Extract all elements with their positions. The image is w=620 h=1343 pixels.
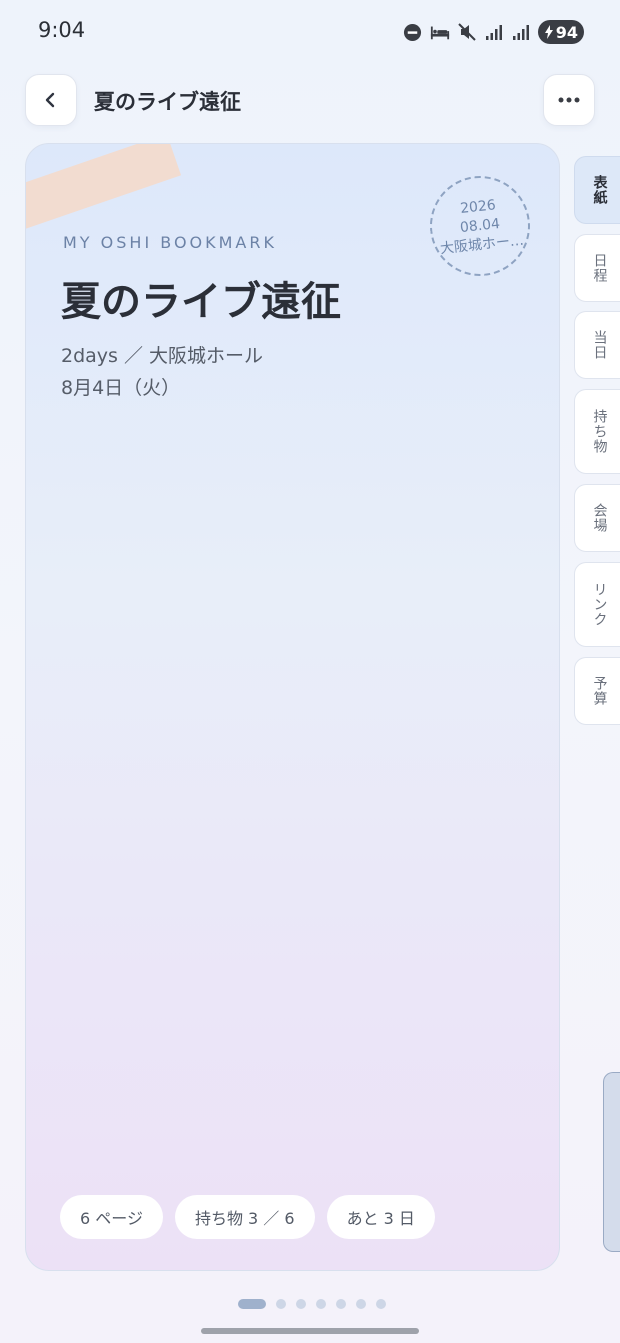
bed-icon — [430, 22, 450, 42]
back-button[interactable] — [25, 74, 77, 126]
mute-icon — [457, 22, 477, 42]
tab-day-of[interactable]: 当日 — [574, 311, 620, 379]
page-dot[interactable] — [276, 1299, 286, 1309]
page-count-chip: 6 ページ — [60, 1195, 163, 1239]
tab-label: 持ち物 — [591, 409, 608, 454]
page-dot[interactable] — [336, 1299, 346, 1309]
tab-cover[interactable]: 表紙 — [574, 156, 620, 224]
do-not-disturb-icon — [403, 22, 423, 42]
top-app-bar: 夏のライブ遠征 — [0, 74, 620, 128]
countdown-chip: あと 3 日 — [326, 1195, 435, 1239]
battery-level: 94 — [555, 22, 578, 42]
edge-scroll-handle[interactable] — [603, 1072, 620, 1252]
tab-budget[interactable]: 予算 — [574, 657, 620, 725]
cover-chips: 6 ページ 持ち物 3 ／ 6 あと 3 日 — [60, 1195, 435, 1239]
cover-subtitle: 2days ／ 大阪城ホール — [61, 345, 264, 367]
battery-charging-icon — [544, 25, 553, 39]
tab-links[interactable]: リンク — [574, 562, 620, 647]
status-icons: 94 — [403, 18, 584, 46]
chevron-left-icon — [45, 92, 55, 108]
tab-label: 予算 — [591, 676, 608, 706]
cover-card[interactable]: 2026 08.04 大阪城ホー… MY OSHI BOOKMARK 夏のライブ… — [25, 143, 560, 1271]
tab-label: 会場 — [591, 503, 608, 533]
battery-indicator: 94 — [537, 20, 584, 44]
more-horizontal-icon — [558, 97, 580, 103]
tab-label: 日程 — [591, 253, 608, 283]
page-dot[interactable] — [296, 1299, 306, 1309]
page-dot-active[interactable] — [238, 1299, 266, 1309]
status-bar: 9:04 94 — [0, 0, 620, 62]
home-indicator[interactable] — [201, 1328, 419, 1334]
page-dot[interactable] — [376, 1299, 386, 1309]
date-stamp: 2026 08.04 大阪城ホー… — [425, 171, 535, 281]
packing-progress-chip: 持ち物 3 ／ 6 — [174, 1195, 315, 1239]
cover-title: 夏のライブ遠征 — [61, 279, 341, 325]
status-time: 9:04 — [38, 18, 86, 42]
more-button[interactable] — [543, 74, 595, 126]
page-title: 夏のライブ遠征 — [94, 90, 241, 114]
tab-belongings[interactable]: 持ち物 — [574, 389, 620, 474]
stamp-venue: 大阪城ホー… — [439, 232, 525, 257]
washi-tape-decoration — [26, 144, 182, 231]
signal-icon — [484, 22, 504, 42]
tab-label: 当日 — [591, 330, 608, 360]
tab-schedule[interactable]: 日程 — [574, 234, 620, 302]
cover-kicker: MY OSHI BOOKMARK — [63, 233, 277, 252]
cover-date: 8月4日（火） — [61, 377, 181, 399]
signal-icon — [511, 22, 531, 42]
page-dot[interactable] — [356, 1299, 366, 1309]
page-dot[interactable] — [316, 1299, 326, 1309]
tab-label: 表紙 — [591, 175, 608, 205]
tab-venue[interactable]: 会場 — [574, 484, 620, 552]
page-indicator[interactable] — [238, 1299, 386, 1309]
tab-label: リンク — [591, 582, 608, 627]
